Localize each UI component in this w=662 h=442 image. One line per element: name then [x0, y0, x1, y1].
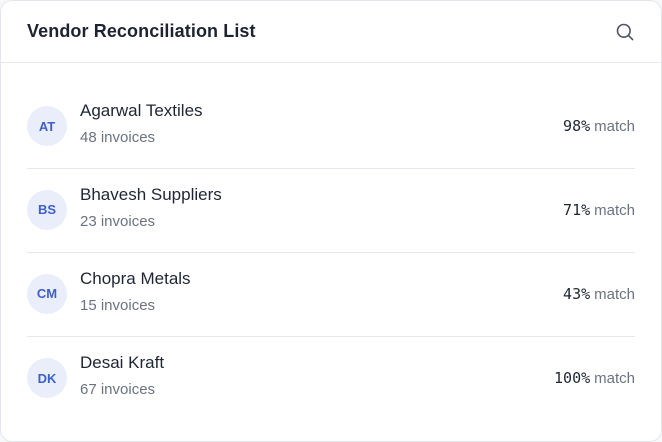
vendor-name: Agarwal Textiles — [80, 101, 203, 120]
vendor-row-bhavesh-suppliers[interactable]: BS Bhavesh Suppliers 23 invoices 71% mat… — [27, 169, 635, 253]
vendor-info: Desai Kraft 67 invoices — [80, 353, 164, 399]
avatar: BS — [27, 189, 67, 230]
invoice-count: 67 invoices — [80, 381, 156, 398]
match-percent: 100% — [554, 369, 591, 387]
invoice-count: 48 invoices — [80, 129, 156, 146]
vendor-reconciliation-card: Vendor Reconciliation List AT Agarwal Te… — [0, 0, 662, 442]
avatar: CM — [27, 273, 67, 314]
match-label: match — [594, 285, 635, 303]
match-label: match — [594, 370, 635, 387]
invoice-count: 23 invoices — [80, 212, 156, 230]
match-label: match — [594, 118, 635, 135]
match-rate: 100% match — [554, 369, 635, 387]
vendor-row-desai-kraft[interactable]: DK Desai Kraft 67 invoices 100% match — [27, 337, 635, 421]
vendor-row-agarwal-textiles[interactable]: AT Agarwal Textiles 48 invoices 98% matc… — [27, 86, 635, 169]
vendor-row-chopra-metals[interactable]: CM Chopra Metals 15 invoices 43% match — [27, 253, 635, 337]
match-label: match — [594, 201, 635, 219]
search-icon — [616, 23, 634, 40]
avatar: AT — [27, 106, 67, 146]
search-button[interactable] — [613, 20, 637, 44]
match-rate: 71% match — [563, 201, 635, 219]
page-title: Vendor Reconciliation List — [27, 21, 256, 41]
vendor-info: Chopra Metals 15 invoices — [80, 269, 191, 315]
vendor-name: Chopra Metals — [80, 268, 191, 288]
match-rate: 43% match — [563, 285, 635, 303]
vendor-list: AT Agarwal Textiles 48 invoices 98% matc… — [27, 86, 635, 421]
match-percent: 43% — [563, 284, 591, 303]
vendor-info: Agarwal Textiles 48 invoices — [80, 101, 203, 147]
invoice-count: 15 invoices — [80, 296, 156, 314]
vendor-info: Bhavesh Suppliers 23 invoices — [80, 185, 222, 231]
match-percent: 71% — [563, 200, 591, 219]
match-percent: 98% — [563, 117, 591, 135]
vendor-name: Bhavesh Suppliers — [80, 184, 222, 204]
vendor-name: Desai Kraft — [80, 353, 165, 372]
card-header: Vendor Reconciliation List — [1, 1, 661, 63]
match-rate: 98% match — [563, 117, 635, 135]
avatar: DK — [27, 358, 67, 398]
